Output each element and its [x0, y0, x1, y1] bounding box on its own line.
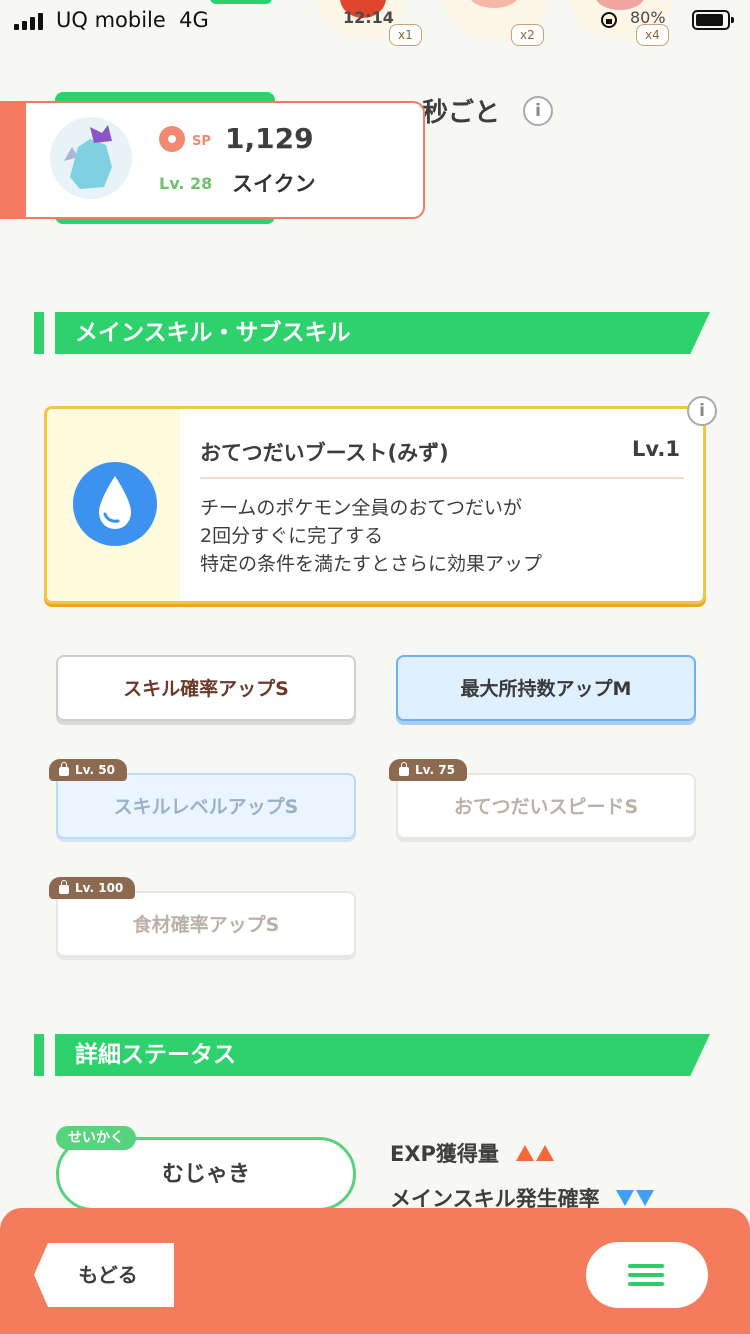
multiplier-badge: x2 — [511, 24, 544, 46]
main-skill-level: Lv.1 — [632, 437, 680, 461]
down-arrow-icon — [616, 1190, 635, 1206]
carrier-label: UQ mobile 4G — [56, 8, 209, 32]
sub-skill-button-locked[interactable]: スキルレベルアップS — [56, 773, 356, 839]
sp-label: SP — [192, 134, 211, 149]
pokemon-name: スイクン — [232, 172, 316, 196]
sp-icon — [159, 126, 185, 152]
water-drop-icon — [73, 462, 157, 546]
menu-icon — [628, 1264, 664, 1268]
divider — [200, 477, 684, 479]
nature-up-stat: EXP獲得量 — [390, 1138, 554, 1168]
multiplier-badge: x4 — [636, 24, 669, 46]
lock-icon — [399, 761, 409, 776]
section-title-details: 詳細ステータス — [55, 1034, 710, 1076]
sub-skill-button-locked[interactable]: おてつだいスピードS — [396, 773, 696, 839]
signal-icon — [14, 12, 43, 30]
down-arrow-icon — [636, 1190, 655, 1206]
lock-icon — [59, 761, 69, 776]
battery-icon — [692, 10, 734, 30]
section-marker — [34, 312, 44, 354]
lock-badge: Lv. 50 — [49, 759, 127, 781]
nature-label: せいかく — [56, 1126, 136, 1150]
section-marker — [34, 1034, 44, 1076]
battery-percent: 80% — [630, 8, 666, 27]
sp-value: 1,129 — [225, 122, 314, 155]
sub-skill-button[interactable]: 最大所持数アップM — [396, 655, 696, 721]
back-button[interactable]: もどる — [34, 1243, 174, 1307]
info-icon[interactable]: i — [523, 96, 553, 126]
clock: 12:14 — [343, 8, 394, 27]
orientation-lock-icon — [600, 10, 618, 30]
section-title-skills: メインスキル・サブスキル — [55, 312, 710, 354]
pokemon-portrait — [50, 117, 132, 199]
pokemon-level: Lv. 28 — [159, 174, 213, 193]
lock-badge: Lv. 100 — [49, 877, 136, 899]
green-strip — [210, 0, 272, 4]
menu-button[interactable] — [586, 1242, 708, 1308]
sub-skill-button[interactable]: スキル確率アップS — [56, 655, 356, 721]
interval-text: 秒ごと — [422, 98, 501, 128]
sub-skill-button-locked[interactable]: 食材確率アップS — [56, 891, 356, 957]
main-skill-description: チームのポケモン全員のおてつだいが 2回分すぐに完了する 特定の条件を満たすとさ… — [200, 497, 543, 575]
multiplier-badge: x1 — [389, 24, 422, 46]
up-arrow-icon — [535, 1145, 554, 1161]
up-arrow-icon — [515, 1145, 534, 1161]
info-icon[interactable]: i — [687, 396, 717, 426]
lock-icon — [59, 879, 69, 894]
lock-badge: Lv. 75 — [389, 759, 467, 781]
main-skill-name: おてつだいブースト(みず) — [200, 441, 449, 465]
